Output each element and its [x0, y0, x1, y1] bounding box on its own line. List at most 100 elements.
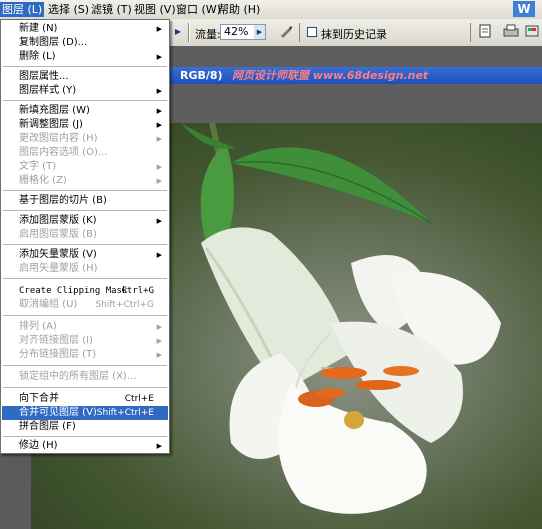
menu-item-delete[interactable]: 删除 (L) ▶ [2, 50, 168, 64]
menu-item-change-layer-content[interactable]: 更改图层内容 (H) ▶ [2, 132, 168, 146]
menu-item-label: 图层属性... [19, 71, 69, 82]
menu-item-duplicate-layer[interactable]: 复制图层 (D)... [2, 36, 168, 50]
menu-item-add-vector-mask[interactable]: 添加矢量蒙版 (V) ▶ [2, 248, 168, 262]
menu-item-shortcut: Shift+Ctrl+G [95, 300, 154, 310]
airbrush-icon[interactable] [278, 24, 294, 40]
menu-item-layer-style[interactable]: 图层样式 (Y) ▶ [2, 84, 168, 98]
submenu-arrow-icon: ▶ [156, 53, 162, 61]
menu-item-label: 排列 (A) [19, 321, 57, 332]
menu-item-shortcut: Shift+Ctrl+E [96, 408, 154, 418]
menu-item-matting[interactable]: 修边 (H) ▶ [2, 439, 168, 453]
flow-label: 流量: [195, 28, 221, 41]
submenu-arrow-icon: ▶ [156, 163, 162, 171]
submenu-arrow-icon: ▶ [156, 107, 162, 115]
menu-item-label: 删除 (L) [19, 51, 56, 62]
divider [299, 23, 300, 42]
document-icon[interactable] [477, 24, 493, 40]
menu-item-layer-based-slice[interactable]: 基于图层的切片 (B) [2, 194, 168, 208]
menu-filter[interactable]: 滤镜 (T) [89, 2, 134, 17]
menu-separator [3, 244, 167, 245]
menu-item-ungroup[interactable]: 取消编组 (U) Shift+Ctrl+G [2, 298, 168, 312]
menu-item-enable-vector-mask[interactable]: 启用矢量蒙版 (H) [2, 262, 168, 276]
dropdown-arrow-icon[interactable]: ▶ [254, 25, 265, 39]
divider [470, 23, 471, 42]
menu-item-new[interactable]: 新建 (N) ▶ [2, 22, 168, 36]
menu-layer[interactable]: 图层 (L) [0, 2, 45, 17]
menu-item-merge-down[interactable]: 向下合并 Ctrl+E [2, 392, 168, 406]
submenu-arrow-icon: ▶ [156, 121, 162, 129]
menu-item-type[interactable]: 文字 (T) ▶ [2, 160, 168, 174]
history-checkbox[interactable] [307, 27, 317, 37]
menu-item-label: 基于图层的切片 (B) [19, 195, 107, 206]
menu-view[interactable]: 视图 (V) [132, 2, 178, 17]
menu-item-label: 新调整图层 (J) [19, 119, 83, 130]
menu-item-label: 向下合并 [19, 393, 59, 404]
submenu-arrow-icon: ▶ [156, 442, 162, 450]
menu-item-label: 新建 (N) [19, 23, 58, 34]
palette-icon[interactable] [524, 24, 540, 40]
menu-item-layer-content-options[interactable]: 图层内容选项 (O)... [2, 146, 168, 160]
menu-bar: 图层 (L) 选择 (S) 滤镜 (T) 视图 (V) 窗口 (W) 帮助 (H… [0, 0, 542, 20]
watermark-text: 网页设计师联盟 www.68design.net [232, 69, 429, 82]
menu-separator [3, 315, 167, 316]
menu-item-arrange[interactable]: 排列 (A) ▶ [2, 320, 168, 334]
menu-item-label: 启用图层蒙版 (B) [19, 229, 97, 240]
menu-item-flatten-image[interactable]: 拼合图层 (F) [2, 420, 168, 434]
menu-item-shortcut: Ctrl+G [121, 286, 154, 296]
menu-separator [3, 278, 167, 279]
flow-value: 42% [224, 25, 249, 38]
layer-menu: 新建 (N) ▶ 复制图层 (D)... 删除 (L) ▶ 图层属性... 图层样式… [0, 19, 170, 454]
menu-separator [3, 365, 167, 366]
submenu-arrow-icon: ▶ [156, 337, 162, 345]
menu-item-label: 锁定组中的所有图层 (X)... [19, 371, 137, 382]
menu-item-label: 合并可见图层 (V) [19, 407, 97, 418]
menu-item-label: 取消编组 (U) [19, 299, 78, 310]
menu-item-label: 对齐链接图层 (I) [19, 335, 93, 346]
submenu-arrow-icon: ▶ [156, 177, 162, 185]
menu-item-label: 添加图层蒙版 (K) [19, 215, 97, 226]
menu-separator [3, 387, 167, 388]
menu-item-label: 拼合图层 (F) [19, 421, 76, 432]
menu-item-lock-all-layers[interactable]: 锁定组中的所有图层 (X)... [2, 370, 168, 384]
menu-item-label: 添加矢量蒙版 (V) [19, 249, 97, 260]
menu-item-label: 更改图层内容 (H) [19, 133, 98, 144]
history-label: 抹到历史记录 [321, 28, 387, 41]
submenu-arrow-icon: ▶ [156, 217, 162, 225]
menu-item-label: 复制图层 (D)... [19, 37, 88, 48]
menu-select[interactable]: 选择 (S) [46, 2, 91, 17]
menu-item-new-adjustment-layer[interactable]: 新调整图层 (J) ▶ [2, 118, 168, 132]
submenu-arrow-icon: ▶ [156, 87, 162, 95]
menu-item-label: 文字 (T) [19, 161, 57, 172]
menu-item-label: 启用矢量蒙版 (H) [19, 263, 98, 274]
menu-item-label: 图层样式 (Y) [19, 85, 77, 96]
menu-separator [3, 210, 167, 211]
menu-item-label: 栅格化 (Z) [19, 175, 67, 186]
menu-item-merge-visible[interactable]: 合并可见图层 (V) Shift+Ctrl+E [2, 406, 168, 420]
menu-help[interactable]: 帮助 (H) [216, 2, 262, 17]
menu-item-align-linked[interactable]: 对齐链接图层 (I) ▶ [2, 334, 168, 348]
submenu-arrow-icon: ▶ [156, 251, 162, 259]
flow-input[interactable]: 42% ▶ [220, 24, 266, 40]
menu-separator [3, 190, 167, 191]
menu-item-distribute-linked[interactable]: 分布链接图层 (T) ▶ [2, 348, 168, 362]
divider [189, 23, 190, 42]
submenu-arrow-icon: ▶ [156, 323, 162, 331]
menu-separator [3, 66, 167, 67]
menu-item-new-fill-layer[interactable]: 新填充图层 (W) ▶ [2, 104, 168, 118]
menu-item-layer-properties[interactable]: 图层属性... [2, 70, 168, 84]
menu-item-create-clipping-mask[interactable]: Create Clipping Mask Ctrl+G [2, 284, 168, 298]
menu-item-label: 分布链接图层 (T) [19, 349, 97, 360]
printer-icon[interactable] [502, 24, 520, 40]
chevron-right-icon[interactable]: ▶ [173, 24, 183, 40]
brand-logo: W [513, 1, 535, 17]
menu-item-add-layer-mask[interactable]: 添加图层蒙版 (K) ▶ [2, 214, 168, 228]
menu-item-label: 新填充图层 (W) [19, 105, 90, 116]
submenu-arrow-icon: ▶ [156, 135, 162, 143]
menu-item-enable-layer-mask[interactable]: 启用图层蒙版 (B) [2, 228, 168, 242]
submenu-arrow-icon: ▶ [156, 351, 162, 359]
menu-item-rasterize[interactable]: 栅格化 (Z) ▶ [2, 174, 168, 188]
menu-separator [3, 100, 167, 101]
submenu-arrow-icon: ▶ [156, 25, 162, 33]
menu-item-shortcut: Ctrl+E [124, 394, 154, 404]
menu-separator [3, 436, 167, 437]
